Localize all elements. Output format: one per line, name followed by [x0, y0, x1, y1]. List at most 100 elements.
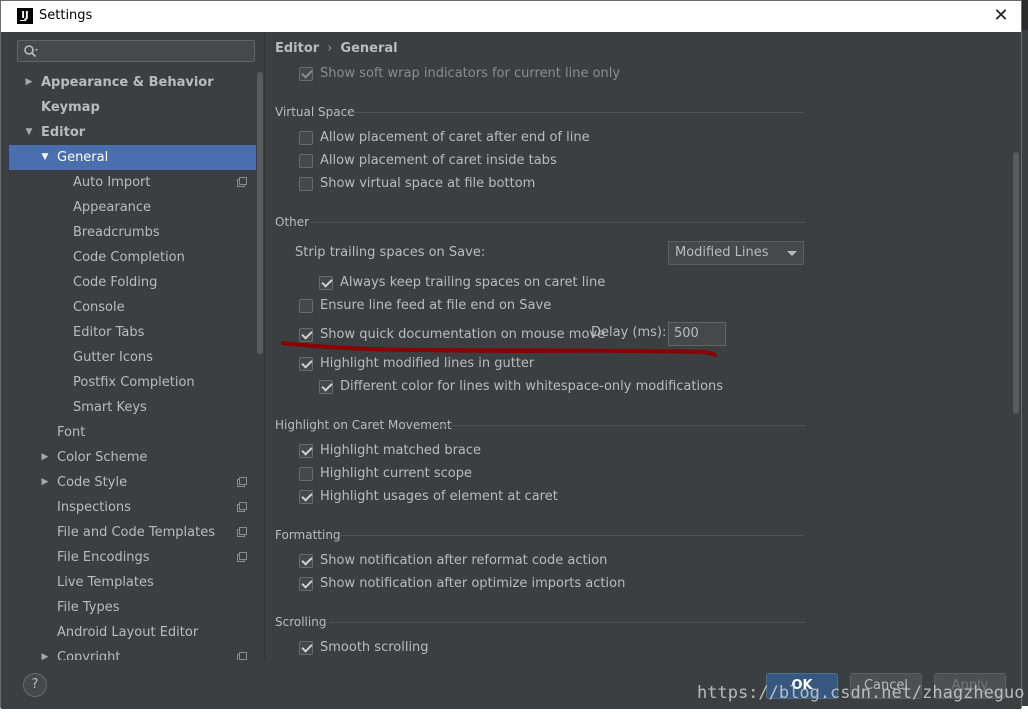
sidebar-item-label: Keymap: [41, 100, 100, 115]
sidebar-item-breadcrumbs[interactable]: Breadcrumbs: [9, 220, 256, 245]
sidebar-item-code-style[interactable]: ▶ Code Style: [9, 470, 256, 495]
caret-inside-tabs-row[interactable]: Allow placement of caret inside tabs: [299, 153, 557, 168]
section-divider: [351, 112, 805, 113]
sidebar-item-editor-tabs[interactable]: Editor Tabs: [9, 320, 256, 345]
quick-doc-row[interactable]: Show quick documentation on mouse move: [299, 327, 605, 342]
quick-doc-checkbox[interactable]: [299, 327, 313, 342]
sidebar-item-label: Code Completion: [73, 250, 185, 265]
matched-brace-checkbox[interactable]: [299, 443, 313, 458]
whitespace-color-checkbox[interactable]: [319, 379, 333, 394]
sidebar-item-inspections[interactable]: Inspections: [9, 495, 256, 520]
sidebar-item-code-completion[interactable]: Code Completion: [9, 245, 256, 270]
chevron-right-icon[interactable]: ▶: [23, 70, 35, 95]
content-scrollbar[interactable]: [1013, 152, 1019, 414]
smooth-scrolling-checkbox[interactable]: [299, 640, 313, 655]
sidebar-item-color-scheme[interactable]: ▶ Color Scheme: [9, 445, 256, 470]
line-feed-row[interactable]: Ensure line feed at file end on Save: [299, 298, 551, 313]
search-input[interactable]: [17, 40, 255, 62]
reformat-notify-row[interactable]: Show notification after reformat code ac…: [299, 553, 607, 568]
project-settings-icon: [237, 527, 247, 537]
sidebar-item-label: Gutter Icons: [73, 350, 153, 365]
matched-brace-row[interactable]: Highlight matched brace: [299, 443, 481, 458]
usages-at-caret-row[interactable]: Highlight usages of element at caret: [299, 489, 558, 504]
quick-doc-label: Show quick documentation on mouse move: [320, 327, 606, 342]
chevron-down-icon[interactable]: ▼: [23, 120, 35, 145]
close-icon[interactable]: ✕: [989, 4, 1013, 28]
nav-scrollbar[interactable]: [257, 72, 263, 354]
section-scrolling: Scrolling: [275, 615, 327, 629]
sidebar-item-console[interactable]: Console: [9, 295, 256, 320]
chevron-right-icon[interactable]: ▶: [39, 645, 51, 660]
optimize-imports-notify-row[interactable]: Show notification after optimize imports…: [299, 576, 625, 591]
delay-label: Delay (ms):: [591, 325, 667, 340]
sidebar-item-code-folding[interactable]: Code Folding: [9, 270, 256, 295]
soft-wrap-checkbox-row[interactable]: Show soft wrap indicators for current li…: [299, 66, 620, 81]
highlight-modified-label: Highlight modified lines in gutter: [320, 356, 535, 371]
sidebar-item-file-and-code-templates[interactable]: File and Code Templates: [9, 520, 256, 545]
watermark-text: https://blog.csdn.net/zhagzheguo: [697, 683, 1025, 703]
sidebar-item-live-templates[interactable]: Live Templates: [9, 570, 256, 595]
sidebar-item-font[interactable]: Font: [9, 420, 256, 445]
line-feed-checkbox[interactable]: [299, 298, 313, 313]
sidebar-item-general[interactable]: ▼ General: [9, 145, 256, 170]
sidebar-item-smart-keys[interactable]: Smart Keys: [9, 395, 256, 420]
keep-trailing-label: Always keep trailing spaces on caret lin…: [340, 275, 606, 290]
whitespace-color-label: Different color for lines with whitespac…: [340, 379, 724, 394]
whitespace-color-row[interactable]: Different color for lines with whitespac…: [319, 379, 723, 394]
highlight-modified-checkbox[interactable]: [299, 356, 313, 371]
delay-input[interactable]: 500: [668, 322, 726, 346]
help-button[interactable]: ?: [23, 673, 47, 697]
caret-inside-tabs-checkbox[interactable]: [299, 153, 313, 168]
soft-wrap-checkbox[interactable]: [299, 66, 313, 81]
keep-trailing-checkbox[interactable]: [319, 275, 333, 290]
strip-spaces-label: Strip trailing spaces on Save:: [295, 245, 486, 260]
virtual-space-bottom-checkbox[interactable]: [299, 176, 313, 191]
sidebar-item-keymap[interactable]: Keymap: [9, 95, 256, 120]
optimize-imports-notify-checkbox[interactable]: [299, 576, 313, 591]
settings-dialog: IJ Settings ✕ ▶ Appearance & Behavior Keym…: [0, 0, 1022, 709]
sidebar-item-label: Postfix Completion: [73, 375, 195, 390]
sidebar-item-label: File and Code Templates: [57, 525, 215, 540]
sidebar-item-label: General: [57, 150, 109, 165]
sidebar-item-label: Inspections: [57, 500, 131, 515]
sidebar-item-appearance[interactable]: Appearance: [9, 195, 256, 220]
sidebar-item-label: Android Layout Editor: [57, 625, 199, 640]
sidebar-item-label: Live Templates: [57, 575, 154, 590]
project-settings-icon: [237, 552, 247, 562]
smooth-scrolling-row[interactable]: Smooth scrolling: [299, 640, 429, 655]
sidebar-item-appearance-behavior[interactable]: ▶ Appearance & Behavior: [9, 70, 256, 95]
current-scope-checkbox[interactable]: [299, 466, 313, 481]
sidebar-item-copyright[interactable]: ▶ Copyright: [9, 645, 256, 660]
sidebar-item-postfix-completion[interactable]: Postfix Completion: [9, 370, 256, 395]
project-settings-icon: [237, 177, 247, 187]
strip-spaces-select[interactable]: Modified Lines: [668, 241, 804, 265]
optimize-imports-notify-label: Show notification after optimize imports…: [320, 576, 626, 591]
sidebar-item-editor[interactable]: ▼ Editor: [9, 120, 256, 145]
sidebar-item-label: Font: [57, 425, 86, 440]
current-scope-row[interactable]: Highlight current scope: [299, 466, 472, 481]
keep-trailing-row[interactable]: Always keep trailing spaces on caret lin…: [319, 275, 605, 290]
reformat-notify-checkbox[interactable]: [299, 553, 313, 568]
highlight-modified-row[interactable]: Highlight modified lines in gutter: [299, 356, 534, 371]
section-divider: [311, 222, 805, 223]
settings-content: Show soft wrap indicators for current li…: [265, 32, 1013, 660]
caret-inside-tabs-label: Allow placement of caret inside tabs: [320, 153, 557, 168]
caret-after-eol-checkbox[interactable]: [299, 130, 313, 145]
caret-after-eol-label: Allow placement of caret after end of li…: [320, 130, 590, 145]
smooth-scrolling-label: Smooth scrolling: [320, 640, 429, 655]
project-settings-icon: [237, 502, 247, 512]
sidebar-item-gutter-icons[interactable]: Gutter Icons: [9, 345, 256, 370]
sidebar-item-file-encodings[interactable]: File Encodings: [9, 545, 256, 570]
usages-at-caret-checkbox[interactable]: [299, 489, 313, 504]
sidebar-item-label: Appearance: [73, 200, 152, 215]
virtual-space-bottom-row[interactable]: Show virtual space at file bottom: [299, 176, 535, 191]
sidebar-item-file-types[interactable]: File Types: [9, 595, 256, 620]
chevron-right-icon[interactable]: ▶: [39, 445, 51, 470]
chevron-right-icon[interactable]: ▶: [39, 470, 51, 495]
chevron-down-icon[interactable]: ▼: [39, 145, 51, 170]
caret-after-eol-row[interactable]: Allow placement of caret after end of li…: [299, 130, 590, 145]
project-settings-icon: [237, 652, 247, 660]
sidebar-item-auto-import[interactable]: Auto Import: [9, 170, 256, 195]
sidebar-item-label: Editor Tabs: [73, 325, 145, 340]
sidebar-item-android-layout-editor[interactable]: Android Layout Editor: [9, 620, 256, 645]
